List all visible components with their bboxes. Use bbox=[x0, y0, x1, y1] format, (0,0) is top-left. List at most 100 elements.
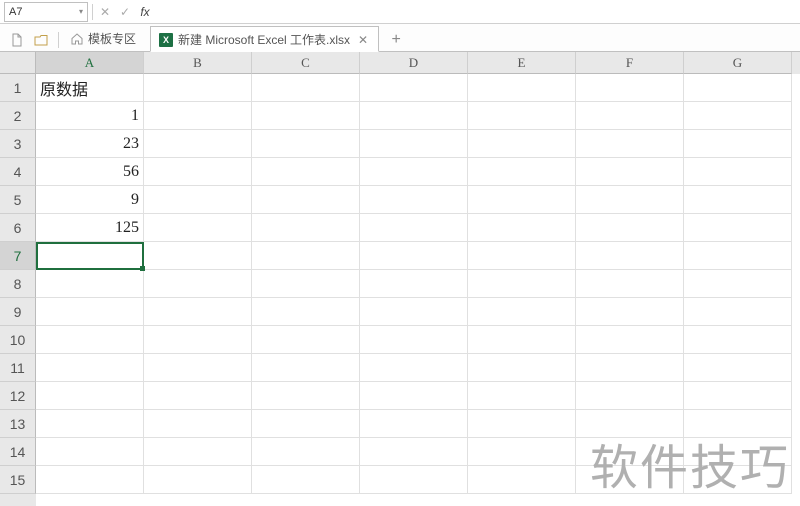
cell-E13[interactable] bbox=[468, 410, 576, 438]
row-header-10[interactable]: 10 bbox=[0, 326, 36, 354]
cell-A11[interactable] bbox=[36, 354, 144, 382]
cell-G5[interactable] bbox=[684, 186, 792, 214]
cell-G3[interactable] bbox=[684, 130, 792, 158]
cell-F8[interactable] bbox=[576, 270, 684, 298]
cell-B7[interactable] bbox=[144, 242, 252, 270]
cell-E1[interactable] bbox=[468, 74, 576, 102]
accept-icon[interactable]: ✓ bbox=[115, 2, 135, 22]
cell-C14[interactable] bbox=[252, 438, 360, 466]
cell-D2[interactable] bbox=[360, 102, 468, 130]
cell-D12[interactable] bbox=[360, 382, 468, 410]
cell-C15[interactable] bbox=[252, 466, 360, 494]
row-header-13[interactable]: 13 bbox=[0, 410, 36, 438]
cell-C6[interactable] bbox=[252, 214, 360, 242]
cell-D7[interactable] bbox=[360, 242, 468, 270]
row-header-4[interactable]: 4 bbox=[0, 158, 36, 186]
row-header-12[interactable]: 12 bbox=[0, 382, 36, 410]
cell-E11[interactable] bbox=[468, 354, 576, 382]
cell-A9[interactable] bbox=[36, 298, 144, 326]
cell-A4[interactable]: 56 bbox=[36, 158, 144, 186]
cell-A10[interactable] bbox=[36, 326, 144, 354]
cell-E15[interactable] bbox=[468, 466, 576, 494]
cell-G9[interactable] bbox=[684, 298, 792, 326]
cell-C11[interactable] bbox=[252, 354, 360, 382]
cell-C10[interactable] bbox=[252, 326, 360, 354]
cell-E7[interactable] bbox=[468, 242, 576, 270]
row-header-8[interactable]: 8 bbox=[0, 270, 36, 298]
row-header-9[interactable]: 9 bbox=[0, 298, 36, 326]
tab-workbook[interactable]: X 新建 Microsoft Excel 工作表.xlsx ✕ bbox=[150, 26, 379, 52]
cell-G4[interactable] bbox=[684, 158, 792, 186]
row-header-15[interactable]: 15 bbox=[0, 466, 36, 494]
cell-G13[interactable] bbox=[684, 410, 792, 438]
cell-G8[interactable] bbox=[684, 270, 792, 298]
tab-templates[interactable]: 模板专区 bbox=[63, 25, 146, 51]
cell-F10[interactable] bbox=[576, 326, 684, 354]
column-header-B[interactable]: B bbox=[144, 52, 252, 74]
cell-F3[interactable] bbox=[576, 130, 684, 158]
cell-C9[interactable] bbox=[252, 298, 360, 326]
cell-C2[interactable] bbox=[252, 102, 360, 130]
row-header-5[interactable]: 5 bbox=[0, 186, 36, 214]
cell-F12[interactable] bbox=[576, 382, 684, 410]
name-box[interactable]: A7 ▾ bbox=[4, 2, 88, 22]
close-icon[interactable]: ✕ bbox=[358, 33, 368, 47]
cell-D10[interactable] bbox=[360, 326, 468, 354]
fx-icon[interactable]: fx bbox=[135, 2, 155, 22]
cell-A6[interactable]: 125 bbox=[36, 214, 144, 242]
cell-A2[interactable]: 1 bbox=[36, 102, 144, 130]
cell-D9[interactable] bbox=[360, 298, 468, 326]
cell-D15[interactable] bbox=[360, 466, 468, 494]
cell-G15[interactable] bbox=[684, 466, 792, 494]
cell-B2[interactable] bbox=[144, 102, 252, 130]
column-header-F[interactable]: F bbox=[576, 52, 684, 74]
cell-C1[interactable] bbox=[252, 74, 360, 102]
cell-F9[interactable] bbox=[576, 298, 684, 326]
select-all-corner[interactable] bbox=[0, 52, 36, 74]
cell-B14[interactable] bbox=[144, 438, 252, 466]
cell-B10[interactable] bbox=[144, 326, 252, 354]
cell-G11[interactable] bbox=[684, 354, 792, 382]
cell-D11[interactable] bbox=[360, 354, 468, 382]
cell-C12[interactable] bbox=[252, 382, 360, 410]
cell-B3[interactable] bbox=[144, 130, 252, 158]
cell-B15[interactable] bbox=[144, 466, 252, 494]
row-header-11[interactable]: 11 bbox=[0, 354, 36, 382]
cell-A8[interactable] bbox=[36, 270, 144, 298]
cell-G14[interactable] bbox=[684, 438, 792, 466]
cell-C7[interactable] bbox=[252, 242, 360, 270]
row-header-14[interactable]: 14 bbox=[0, 438, 36, 466]
column-header-G[interactable]: G bbox=[684, 52, 792, 74]
row-header-6[interactable]: 6 bbox=[0, 214, 36, 242]
row-header-2[interactable]: 2 bbox=[0, 102, 36, 130]
file-icon[interactable] bbox=[6, 29, 28, 51]
folder-icon[interactable] bbox=[30, 29, 52, 51]
cell-E6[interactable] bbox=[468, 214, 576, 242]
row-header-3[interactable]: 3 bbox=[0, 130, 36, 158]
cell-G12[interactable] bbox=[684, 382, 792, 410]
cancel-icon[interactable]: ✕ bbox=[95, 2, 115, 22]
cell-B6[interactable] bbox=[144, 214, 252, 242]
column-header-A[interactable]: A bbox=[36, 52, 144, 74]
cell-A13[interactable] bbox=[36, 410, 144, 438]
cell-B9[interactable] bbox=[144, 298, 252, 326]
cell-C3[interactable] bbox=[252, 130, 360, 158]
cell-F4[interactable] bbox=[576, 158, 684, 186]
cell-C13[interactable] bbox=[252, 410, 360, 438]
cell-E8[interactable] bbox=[468, 270, 576, 298]
cell-E14[interactable] bbox=[468, 438, 576, 466]
cell-A5[interactable]: 9 bbox=[36, 186, 144, 214]
cell-D3[interactable] bbox=[360, 130, 468, 158]
cell-F15[interactable] bbox=[576, 466, 684, 494]
row-header-7[interactable]: 7 bbox=[0, 242, 36, 270]
cell-D1[interactable] bbox=[360, 74, 468, 102]
cell-E2[interactable] bbox=[468, 102, 576, 130]
cell-D4[interactable] bbox=[360, 158, 468, 186]
cell-F2[interactable] bbox=[576, 102, 684, 130]
cell-D13[interactable] bbox=[360, 410, 468, 438]
new-tab-button[interactable]: + bbox=[385, 29, 407, 51]
cell-G7[interactable] bbox=[684, 242, 792, 270]
cell-E9[interactable] bbox=[468, 298, 576, 326]
cell-D8[interactable] bbox=[360, 270, 468, 298]
cell-B1[interactable] bbox=[144, 74, 252, 102]
